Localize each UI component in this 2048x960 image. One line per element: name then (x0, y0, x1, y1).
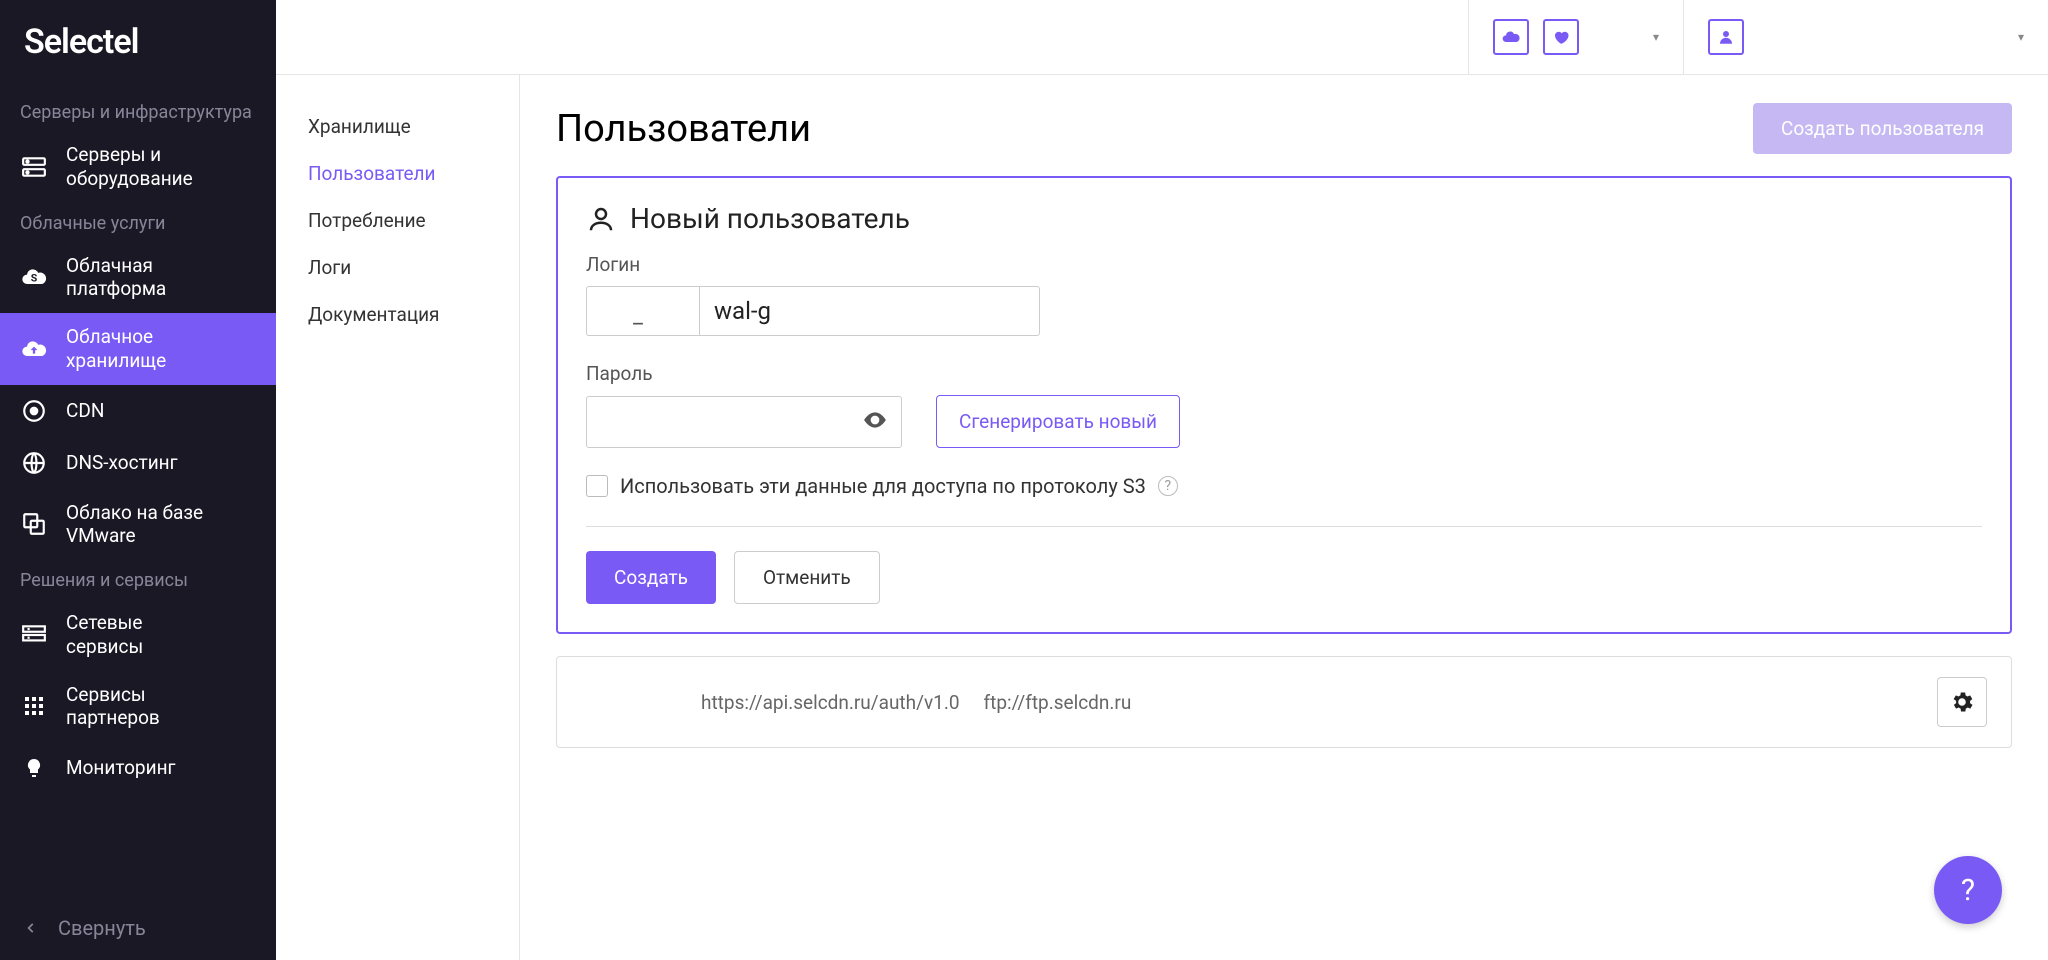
subnav-item-users[interactable]: Пользователи (276, 150, 519, 197)
globe-icon (20, 449, 48, 477)
header-cloud-button[interactable] (1493, 19, 1529, 55)
sidebar-item-cloud-platform[interactable]: S Облачная платформа (0, 242, 276, 314)
endpoints-row: https://api.selcdn.ru/auth/v1.0 ftp://ft… (556, 656, 2012, 748)
card-heading-text: Новый пользователь (630, 202, 910, 235)
sidebar-item-network[interactable]: Сетевые сервисы (0, 599, 276, 671)
sidebar-item-label: Облачное хранилище (66, 325, 256, 373)
submit-button[interactable]: Создать (586, 551, 716, 604)
api-url: https://api.selcdn.ru/auth/v1.0 (701, 691, 960, 714)
sidebar-item-cdn[interactable]: CDN (0, 385, 276, 437)
cdn-icon (20, 397, 48, 425)
servers-icon (20, 153, 48, 181)
user-icon (586, 204, 616, 234)
header-heart-button[interactable] (1543, 19, 1579, 55)
brand-logo: Selectel (0, 0, 276, 92)
sidebar-item-label: Сервисы партнеров (66, 683, 256, 731)
sidebar-item-servers[interactable]: Серверы и оборудование (0, 131, 276, 203)
header-group-account[interactable]: ▾ (1683, 0, 2048, 74)
sidebar-section-solutions: Решения и сервисы (0, 560, 276, 599)
login-label: Логин (586, 253, 1982, 276)
new-user-card: Новый пользователь Логин _ Пароль (556, 176, 2012, 634)
card-heading: Новый пользователь (586, 202, 1982, 235)
chevron-left-icon (24, 916, 38, 940)
chevron-down-icon: ▾ (1653, 30, 1659, 44)
network-icon (20, 621, 48, 649)
sidebar-collapse[interactable]: Свернуть (0, 896, 276, 960)
bulb-icon (20, 754, 48, 782)
create-user-button[interactable]: Создать пользователя (1753, 103, 2012, 154)
generate-password-button[interactable]: Сгенерировать новый (936, 395, 1180, 448)
cloud-upload-icon (20, 335, 48, 363)
s3-checkbox[interactable] (586, 475, 608, 497)
sidebar-item-label: CDN (66, 399, 256, 423)
svg-text:S: S (31, 272, 38, 285)
help-icon[interactable]: ? (1158, 476, 1178, 496)
subnav-item-storage[interactable]: Хранилище (276, 103, 519, 150)
subnav-item-consumption[interactable]: Потребление (276, 197, 519, 244)
sidebar-section-infra: Серверы и инфраструктура (0, 92, 276, 131)
sidebar-collapse-label: Свернуть (58, 916, 146, 940)
header: ▾ ▾ (276, 0, 2048, 75)
subnav-item-logs[interactable]: Логи (276, 244, 519, 291)
password-label: Пароль (586, 362, 1982, 385)
sidebar-item-label: Облако на базе VMware (66, 501, 256, 549)
grid-icon (20, 692, 48, 720)
content: Пользователи Создать пользователя Новый … (520, 75, 2048, 960)
gear-icon (1949, 689, 1975, 715)
vm-icon (20, 510, 48, 538)
eye-icon[interactable] (862, 407, 888, 437)
settings-button[interactable] (1937, 677, 1987, 727)
subnav: Хранилище Пользователи Потребление Логи … (276, 75, 520, 960)
sidebar-item-monitoring[interactable]: Мониторинг (0, 742, 276, 794)
chevron-down-icon: ▾ (2018, 30, 2024, 44)
login-input[interactable] (699, 286, 1040, 336)
help-fab[interactable]: ? (1934, 856, 2002, 924)
header-user-button[interactable] (1708, 19, 1744, 55)
sidebar-item-label: Мониторинг (66, 756, 256, 780)
ftp-url: ftp://ftp.selcdn.ru (984, 691, 1132, 714)
sidebar-item-vmware[interactable]: Облако на базе VMware (0, 489, 276, 561)
header-group-services[interactable]: ▾ (1468, 0, 1683, 74)
sidebar-item-label: Сетевые сервисы (66, 611, 256, 659)
page-title: Пользователи (556, 107, 811, 151)
sidebar-item-label: Серверы и оборудование (66, 143, 256, 191)
sidebar-item-cloud-storage[interactable]: Облачное хранилище (0, 313, 276, 385)
password-input[interactable] (586, 396, 902, 448)
sidebar-item-label: DNS-хостинг (66, 451, 256, 475)
cancel-button[interactable]: Отменить (734, 551, 880, 604)
sidebar-item-label: Облачная платформа (66, 254, 256, 302)
cloud-s-icon: S (20, 263, 48, 291)
sidebar-item-partners[interactable]: Сервисы партнеров (0, 671, 276, 743)
s3-checkbox-label: Использовать эти данные для доступа по п… (620, 474, 1146, 498)
sidebar: Selectel Серверы и инфраструктура Сервер… (0, 0, 276, 960)
subnav-item-docs[interactable]: Документация (276, 291, 519, 338)
sidebar-section-cloud: Облачные услуги (0, 203, 276, 242)
login-prefix: _ (586, 286, 699, 336)
sidebar-item-dns[interactable]: DNS-хостинг (0, 437, 276, 489)
